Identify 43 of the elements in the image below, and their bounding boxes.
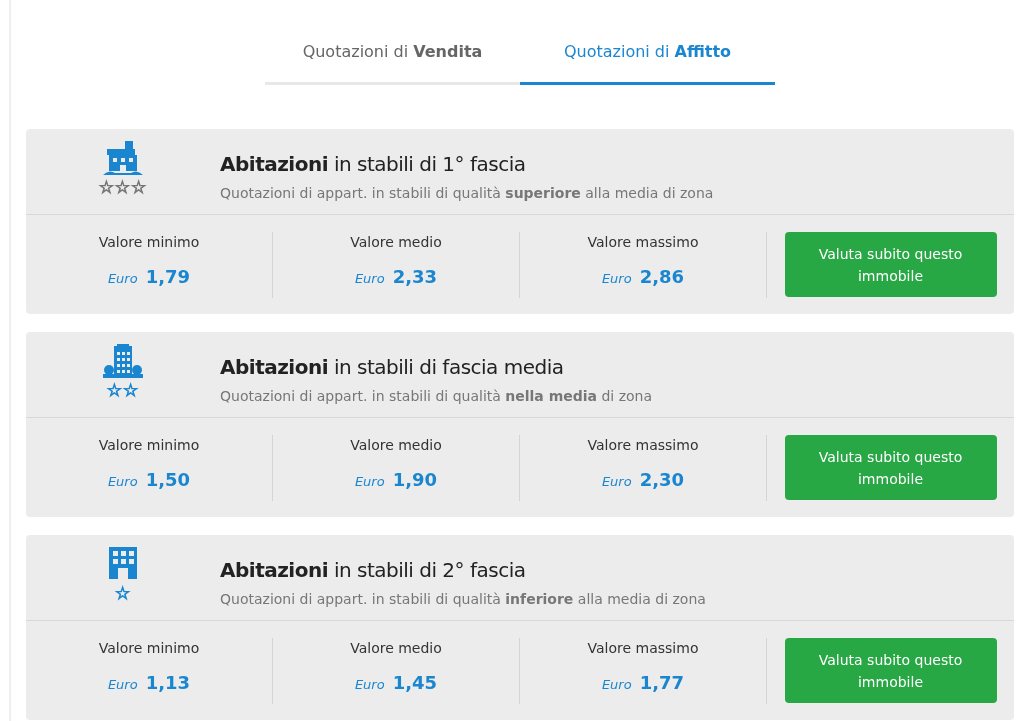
building-icon (103, 141, 143, 175)
tab[interactable]: Quotazioni di Affitto (520, 40, 775, 85)
card-title: Abitazioni in stabili di 1° fascia (220, 151, 527, 178)
value-label: Valore massimo (586, 232, 700, 252)
evaluate-button[interactable]: Valuta subito questo immobile (784, 638, 997, 703)
currency-label: Euro (107, 270, 138, 286)
currency-label: Euro (107, 473, 138, 489)
value-label: Valore medio (349, 638, 443, 658)
value-label: Valore minimo (97, 232, 201, 252)
currency-label: Euro (601, 473, 632, 489)
card-subtitle: Quotazioni di appart. in stabili di qualità superiore alla media di zona (220, 184, 714, 203)
value-label: Valore medio (349, 232, 443, 252)
price-value: 1,90 (392, 468, 438, 490)
price-value: 2,30 (639, 468, 685, 490)
value-label: Valore minimo (97, 638, 201, 658)
currency-label: Euro (354, 473, 385, 489)
evaluate-button[interactable]: Valuta subito questo immobile (784, 435, 997, 500)
card-title: Abitazioni in stabili di fascia media (220, 354, 565, 381)
price-value: 1,77 (639, 671, 685, 693)
currency-label: Euro (601, 676, 632, 692)
value-label: Valore massimo (586, 638, 700, 658)
currency-label: Euro (107, 676, 138, 692)
price-value: 1,45 (392, 671, 438, 693)
office-building-icon (103, 344, 143, 378)
price-value: 1,50 (145, 468, 191, 490)
card-subtitle: Quotazioni di appart. in stabili di qualità nella media di zona (220, 387, 653, 406)
price-value: 2,86 (639, 265, 685, 287)
value-label: Valore medio (349, 435, 443, 455)
star-rating: ☆ (114, 584, 132, 602)
tab[interactable]: Quotazioni di Vendita (265, 40, 520, 85)
price-value: 2,33 (392, 265, 438, 287)
card-subtitle: Quotazioni di appart. in stabili di qualità inferiore alla media di zona (220, 590, 706, 609)
star-rating: ☆☆☆ (98, 178, 148, 196)
value-label: Valore massimo (586, 435, 700, 455)
star-rating: ☆☆ (106, 381, 140, 399)
currency-label: Euro (601, 270, 632, 286)
price-value: 1,79 (145, 265, 191, 287)
value-label: Valore minimo (97, 435, 201, 455)
card-title: Abitazioni in stabili di 2° fascia (220, 557, 527, 584)
price-value: 1,13 (145, 671, 191, 693)
currency-label: Euro (354, 270, 385, 286)
evaluate-button[interactable]: Valuta subito questo immobile (784, 232, 997, 297)
currency-label: Euro (354, 676, 385, 692)
